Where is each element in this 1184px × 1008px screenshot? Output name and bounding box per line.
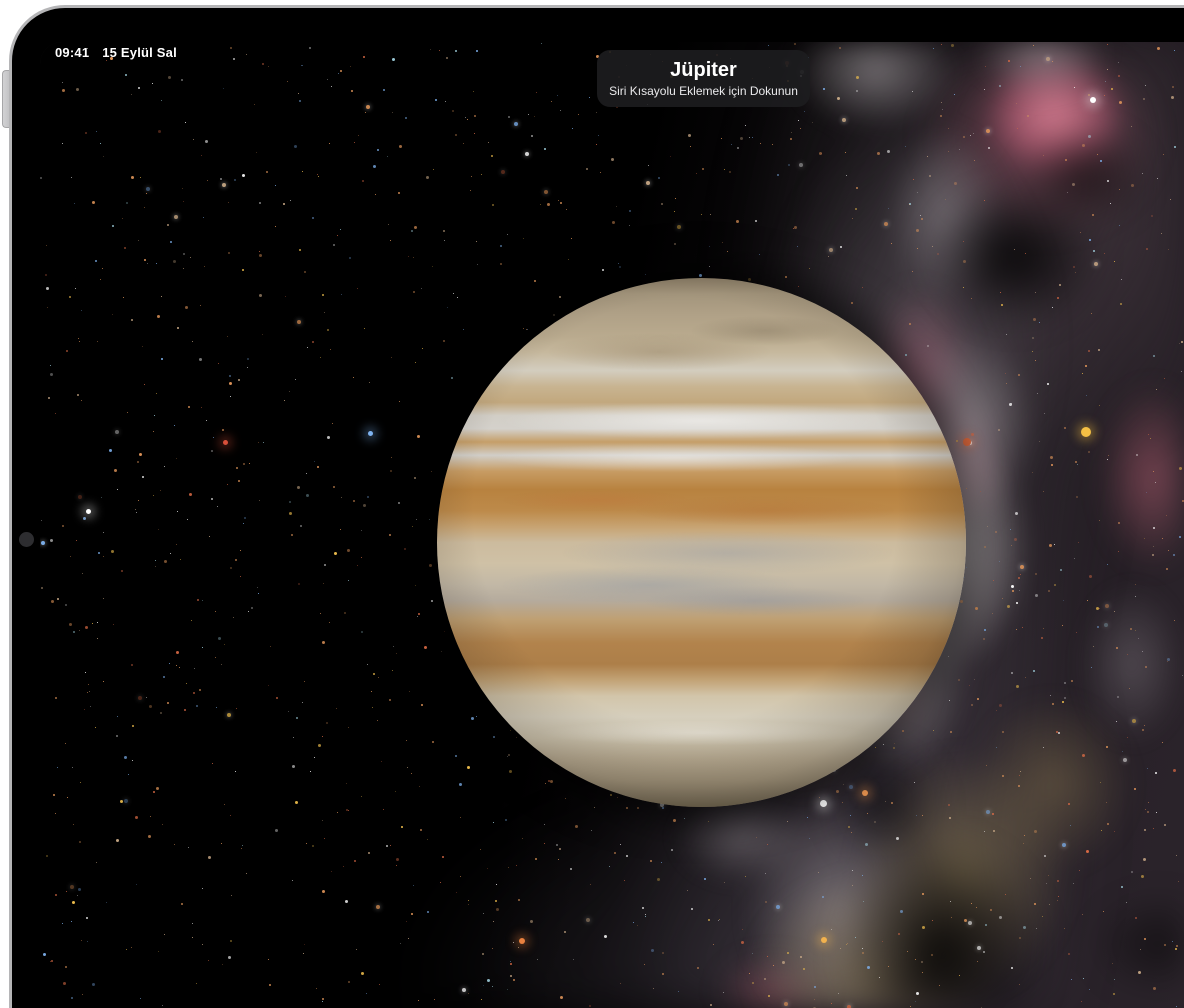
apple-support-illustration: 09:41 15 Eylül Sal Jüpiter Siri Kısayolu… bbox=[0, 0, 1184, 1008]
banner-subtitle: Siri Kısayolu Eklemek için Dokunun bbox=[609, 84, 798, 98]
bright-star bbox=[1090, 97, 1096, 103]
bright-star bbox=[86, 509, 91, 514]
bright-star bbox=[862, 790, 868, 796]
banner-title: Jüpiter bbox=[670, 60, 737, 81]
bright-star bbox=[821, 937, 827, 943]
jupiter-planet-3d-model[interactable] bbox=[437, 278, 966, 807]
status-time: 09:41 bbox=[55, 45, 89, 60]
status-date: 15 Eylül Sal bbox=[102, 45, 177, 60]
bright-star bbox=[963, 438, 971, 446]
ipad-screen: 09:41 15 Eylül Sal Jüpiter Siri Kısayolu… bbox=[40, 42, 1184, 1008]
front-camera bbox=[19, 532, 34, 547]
bright-star bbox=[519, 938, 525, 944]
bright-star bbox=[223, 440, 228, 445]
bright-star bbox=[820, 800, 827, 807]
siri-shortcut-banner[interactable]: Jüpiter Siri Kısayolu Eklemek için Dokun… bbox=[597, 50, 810, 107]
bright-star bbox=[1081, 427, 1091, 437]
bright-star bbox=[368, 431, 373, 436]
status-bar: 09:41 15 Eylül Sal bbox=[55, 45, 177, 60]
